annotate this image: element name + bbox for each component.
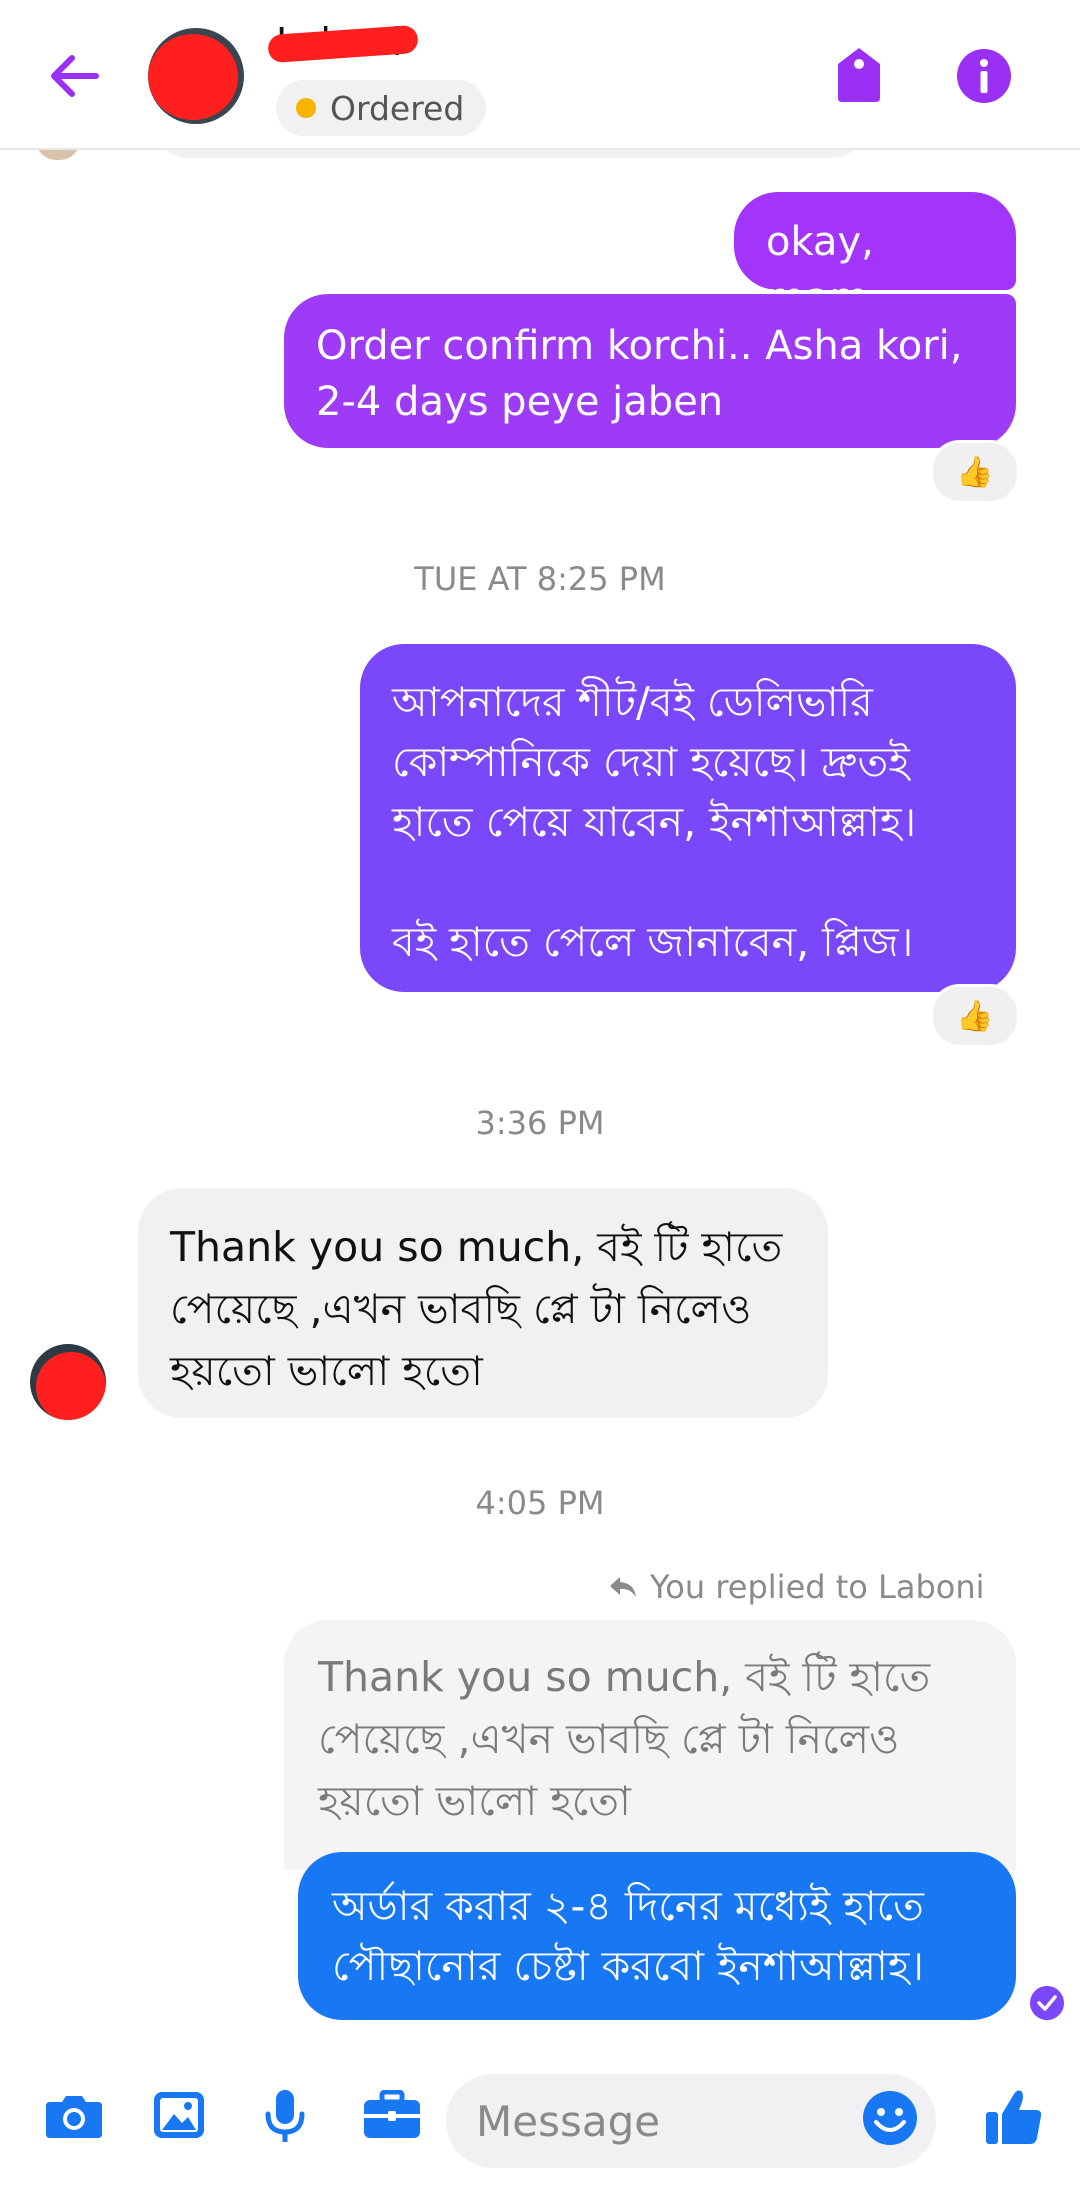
tag-icon[interactable] (834, 46, 884, 104)
microphone-icon[interactable] (262, 2088, 308, 2146)
contact-avatar[interactable] (148, 28, 244, 124)
reaction-thumbs-up[interactable]: 👍 (930, 440, 1020, 504)
seen-check-icon (1030, 1986, 1064, 2020)
outgoing-message[interactable]: Order confirm korchi.. Asha kori, 2-4 da… (284, 294, 1016, 448)
timestamp: 4:05 PM (475, 1484, 605, 1522)
outgoing-message[interactable]: okay, mam (734, 192, 1016, 321)
info-icon[interactable] (956, 48, 1012, 104)
sender-avatar[interactable] (30, 1344, 106, 1420)
status-label: Ordered (330, 88, 465, 128)
outgoing-message[interactable]: আপনাদের শীট/বই ডেলিভারি কোম্পানিকে দেয়া… (360, 644, 1016, 992)
avatar-redaction (36, 1352, 106, 1420)
avatar-redaction (148, 34, 238, 120)
camera-icon[interactable] (44, 2092, 104, 2140)
outgoing-reply-message[interactable]: অর্ডার করার ২-৪ দিনের মধ্যেই হাতে পৌছানো… (298, 1852, 1016, 2020)
reply-arrow-icon (610, 1577, 636, 1597)
emoji-icon[interactable] (862, 2090, 918, 2146)
thumbs-up-icon[interactable] (984, 2088, 1044, 2146)
replied-to-label: You replied to Laboni (608, 1568, 985, 1606)
timestamp: 3:36 PM (475, 1104, 605, 1142)
timestamp: TUE AT 8:25 PM (414, 560, 666, 598)
quoted-message[interactable]: Thank you so much, বই টি হাতে পেয়েছে ,এ… (284, 1620, 1016, 1870)
status-dot-icon (296, 98, 316, 118)
gallery-icon[interactable] (152, 2090, 206, 2140)
incoming-message[interactable]: Thank you so much, বই টি হাতে পেয়েছে ,এ… (138, 1188, 828, 1418)
briefcase-icon[interactable] (362, 2090, 422, 2140)
reaction-thumbs-up[interactable]: 👍 (930, 984, 1020, 1048)
replied-to-text: You replied to Laboni (650, 1568, 985, 1606)
back-arrow-icon[interactable] (44, 46, 104, 106)
order-status-badge[interactable]: Ordered (276, 80, 487, 136)
